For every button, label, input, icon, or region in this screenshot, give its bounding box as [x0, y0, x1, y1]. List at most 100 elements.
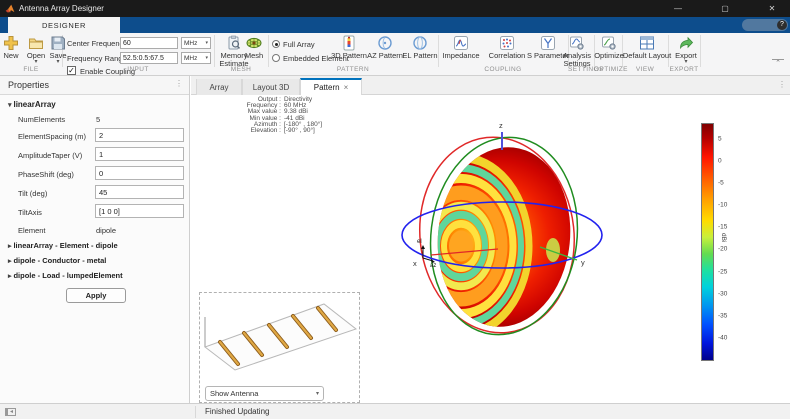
x-axis-label: x [413, 259, 417, 268]
impedance-label: Impedance [440, 52, 482, 60]
close-button[interactable]: ✕ [764, 4, 780, 13]
close-tab-icon[interactable]: × [344, 83, 349, 92]
phaseshift-label: PhaseShift (deg) [18, 170, 74, 179]
new-label: New [0, 52, 22, 60]
optimize-icon [601, 35, 617, 51]
open-button[interactable]: Open [25, 35, 47, 65]
numelements-label: NumElements [18, 115, 65, 124]
default-layout-icon [639, 35, 655, 51]
dock-panel-icon[interactable] [5, 408, 16, 416]
y-axis-label: y [581, 258, 585, 267]
full-array-label: Full Array [283, 40, 315, 49]
tree-item-load-lumpedelement[interactable]: dipole - Load - lumpedElement [8, 271, 123, 280]
info-elevation-value: [-90° , 90°] [284, 128, 322, 134]
full-array-radio[interactable] [272, 40, 280, 48]
open-folder-icon [28, 35, 44, 51]
default-layout-button[interactable]: Default Layout [622, 35, 672, 60]
tab-designer[interactable]: DESIGNER [8, 17, 120, 33]
export-arrow-icon [678, 35, 694, 51]
section-label-view: VIEW [622, 66, 668, 73]
tab-layout-3d-label: Layout 3D [253, 83, 289, 92]
info-elevation-label: Elevation [219, 128, 281, 134]
minimize-button[interactable]: — [670, 4, 686, 13]
tilt-label: Tilt (deg) [18, 189, 47, 198]
window-controls: — ▢ ✕ [670, 0, 780, 17]
section-label-export: EXPORT [668, 66, 700, 73]
open-dropdown-icon[interactable] [25, 60, 47, 65]
tab-layout-3d[interactable]: Layout 3D [242, 79, 300, 95]
new-plus-icon [3, 35, 19, 51]
export-button[interactable]: Export [666, 35, 706, 65]
amplitudetaper-label: AmplitudeTaper (V) [18, 151, 82, 160]
properties-body: linearArray NumElements 5 ElementSpacing… [0, 95, 189, 403]
mesh-button[interactable]: Mesh [241, 35, 267, 60]
default-layout-label: Default Layout [622, 52, 672, 60]
colorbar-tick: -30 [718, 291, 727, 298]
colorbar-tick: -5 [718, 180, 724, 187]
apply-button[interactable]: Apply [66, 288, 126, 303]
chevron-down-icon [205, 40, 208, 46]
help-button[interactable]: ? [742, 19, 788, 31]
tree-item-label: linearArray - Element - dipole [13, 241, 117, 250]
new-button[interactable]: New [0, 35, 22, 60]
section-label-coupling: COUPLING [438, 66, 568, 73]
section-label-settings: SETTINGS [568, 66, 594, 73]
embedded-element-radio[interactable] [272, 54, 280, 62]
pattern-info-block: OutputDirectivity Frequency60 MHz Max va… [219, 97, 322, 134]
el-pattern-button[interactable]: EL Pattern [399, 35, 441, 60]
save-button[interactable]: Save [47, 35, 69, 65]
element-label: Element [18, 226, 46, 235]
frequency-range-unit-dropdown[interactable]: MHz [181, 52, 211, 64]
section-label-file: FILE [0, 66, 62, 73]
status-text: Finished Updating [205, 407, 269, 416]
phaseshift-input[interactable] [95, 166, 184, 180]
colorbar-tick: -35 [718, 313, 727, 320]
panel-menu-icon[interactable] [175, 79, 183, 88]
el-pattern-icon [412, 35, 428, 51]
analysis-settings-button[interactable]: Analysis Settings [560, 35, 594, 68]
amplitudetaper-input[interactable] [95, 147, 184, 161]
tab-pattern-label: Pattern [314, 83, 340, 92]
tab-array-label: Array [209, 83, 228, 92]
tiltaxis-input[interactable] [95, 204, 184, 218]
lineararray-group[interactable]: linearArray [8, 100, 56, 109]
matlab-logo-icon [5, 4, 15, 14]
show-antenna-dropdown[interactable]: Show Antenna [205, 386, 324, 401]
correlation-icon [499, 35, 515, 51]
section-label-input: INPUT [62, 66, 214, 73]
center-frequency-input[interactable] [120, 37, 178, 49]
maximize-button[interactable]: ▢ [717, 4, 733, 13]
elementspacing-label: ElementSpacing (m) [18, 132, 86, 141]
properties-header: Properties [0, 76, 189, 95]
section-label-optimize: OPTIMIZE [594, 66, 622, 73]
correlation-button[interactable]: Correlation [484, 35, 530, 60]
document-menu-icon[interactable] [778, 80, 786, 89]
tab-array[interactable]: Array [196, 79, 242, 95]
properties-panel: Properties linearArray NumElements 5 Ele… [0, 76, 190, 403]
save-dropdown-icon[interactable] [47, 60, 69, 65]
tree-item-element-dipole[interactable]: linearArray - Element - dipole [8, 241, 118, 250]
collapse-ribbon-icon[interactable] [772, 59, 784, 68]
impedance-button[interactable]: Impedance [440, 35, 482, 60]
tree-item-conductor-metal[interactable]: dipole - Conductor - metal [8, 256, 106, 265]
tree-item-label: dipole - Conductor - metal [13, 256, 106, 265]
export-dropdown-icon[interactable] [666, 60, 706, 65]
antenna-layout-view[interactable] [200, 293, 359, 385]
tilt-input[interactable] [95, 185, 184, 199]
analysis-settings-icon [569, 35, 585, 51]
element-value: dipole [96, 226, 116, 235]
colorbar [701, 123, 714, 361]
center-frequency-unit-value: MHz [184, 40, 197, 47]
colorbar-tick: 5 [718, 136, 722, 143]
s-parameter-icon [540, 35, 556, 51]
memory-estimate-icon [226, 35, 242, 51]
frequency-range-input[interactable] [120, 52, 178, 64]
center-frequency-unit-dropdown[interactable]: MHz [181, 37, 211, 49]
tab-pattern[interactable]: Pattern × [300, 78, 362, 95]
pattern-3d-plot[interactable]: z x y el az [389, 103, 699, 388]
elementspacing-input[interactable] [95, 128, 184, 142]
antenna-preview-panel: Show Antenna [199, 292, 360, 403]
frequency-range-label: Frequency Range [67, 54, 127, 63]
help-icon: ? [777, 20, 787, 30]
properties-title: Properties [8, 80, 49, 90]
